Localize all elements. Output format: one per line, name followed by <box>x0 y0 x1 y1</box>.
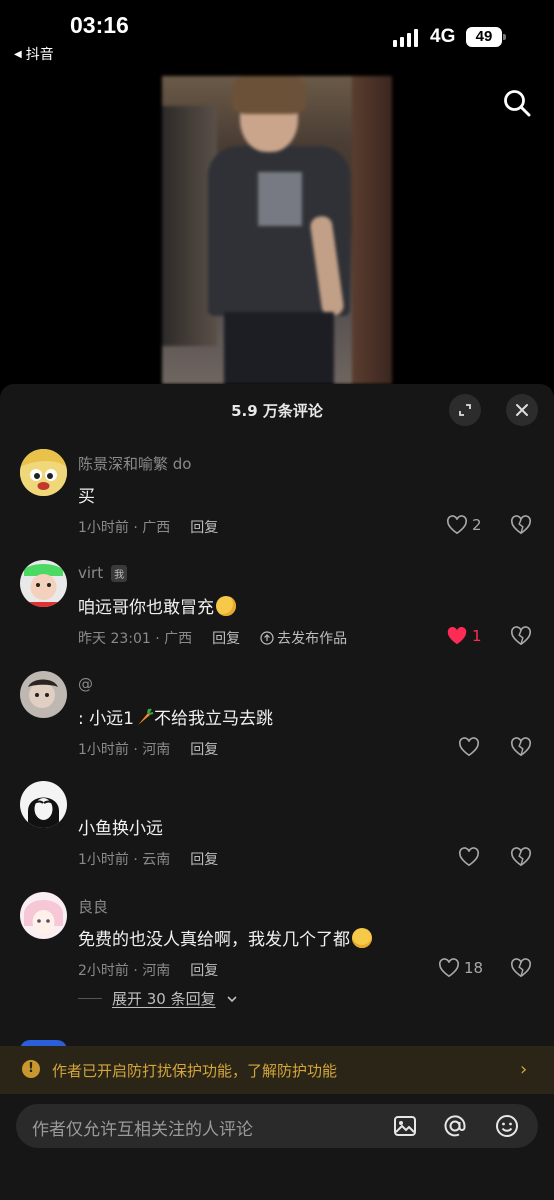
comment-input-area: 作者仅允许互相关注的人评论 <box>0 1094 554 1200</box>
avatar[interactable] <box>20 781 67 828</box>
network-label: 4G <box>430 26 456 47</box>
carrot-emoji-icon <box>134 707 154 727</box>
heart-icon <box>458 847 480 867</box>
protection-banner[interactable]: ! 作者已开启防打扰保护功能，了解防护功能 › <box>0 1046 554 1094</box>
comment-input[interactable]: 作者仅允许互相关注的人评论 <box>16 1104 538 1148</box>
clock: 03:16 <box>70 12 129 38</box>
search-icon[interactable] <box>502 88 532 122</box>
comment-time: 1小时前 · 河南 <box>78 742 171 758</box>
comment-meta: 昨天 23:01 · 广西 回复 去发布作品 <box>78 628 347 648</box>
comment-meta: 2小时前 · 河南 回复 <box>78 960 218 980</box>
comment-time: 昨天 23:01 · 广西 <box>78 631 193 647</box>
broken-heart-icon[interactable] <box>510 737 532 761</box>
comment-text: : 小远1 不给我立马去跳 <box>78 707 273 729</box>
comment-author[interactable]: virt 我 <box>78 564 128 582</box>
avatar[interactable] <box>20 449 67 496</box>
at-icon[interactable] <box>442 1113 468 1143</box>
signal-icon <box>393 29 418 47</box>
emoji-icon[interactable] <box>494 1113 520 1143</box>
back-to-app[interactable]: ◀ 抖音 <box>14 44 54 64</box>
video-thumbnail[interactable] <box>162 76 392 384</box>
self-badge: 我 <box>111 564 128 582</box>
battery-icon: 49 <box>466 27 506 47</box>
expand-replies-label: 展开 30 条回复 <box>112 990 216 1008</box>
broken-heart-icon[interactable] <box>510 626 532 650</box>
like-count: 18 <box>464 959 484 977</box>
broken-heart-icon[interactable] <box>510 958 532 982</box>
broken-heart-icon[interactable] <box>510 847 532 871</box>
heart-icon <box>438 958 460 978</box>
image-icon[interactable] <box>392 1113 418 1143</box>
upload-icon <box>260 631 274 645</box>
like-count: 2 <box>472 516 482 534</box>
comment-author[interactable]: 良良 <box>78 896 108 917</box>
like-count: 1 <box>472 627 482 645</box>
reply-button[interactable]: 回复 <box>190 960 218 980</box>
comment-time: 2小时前 · 河南 <box>78 963 171 979</box>
comment-text: 咱远哥你也敢冒充 <box>78 593 236 618</box>
reply-button[interactable]: 回复 <box>190 849 218 869</box>
heart-icon <box>447 626 467 645</box>
chevron-down-icon <box>227 995 237 1002</box>
like-button[interactable] <box>458 737 480 757</box>
chevron-right-icon: › <box>520 1059 528 1080</box>
expand-replies-button[interactable]: 展开 30 条回复 <box>78 988 238 1009</box>
comment-input-placeholder: 作者仅允许互相关注的人评论 <box>32 1120 253 1140</box>
close-icon[interactable] <box>506 394 538 426</box>
heart-icon <box>458 737 480 757</box>
broken-heart-icon[interactable] <box>510 515 532 539</box>
info-icon: ! <box>22 1060 40 1078</box>
expand-icon[interactable] <box>449 394 481 426</box>
like-button[interactable] <box>458 847 480 867</box>
heart-icon <box>446 515 468 535</box>
comment-text: 免费的也没人真给啊，我发几个了都 <box>78 925 372 950</box>
comment-time: 1小时前 · 广西 <box>78 520 171 536</box>
back-app-label: 抖音 <box>25 47 54 63</box>
avatar[interactable] <box>20 892 67 939</box>
comment-time: 1小时前 · 云南 <box>78 852 171 868</box>
comment-meta: 1小时前 · 云南 回复 <box>78 849 218 869</box>
banner-text: 作者已开启防打扰保护功能，了解防护功能 <box>52 1061 338 1080</box>
comment-meta: 1小时前 · 河南 回复 <box>78 739 218 759</box>
like-button[interactable]: 18 <box>438 958 483 978</box>
comment-author[interactable]: @ <box>78 675 93 693</box>
reply-button[interactable]: 回复 <box>212 628 240 648</box>
reply-button[interactable]: 回复 <box>190 517 218 537</box>
publish-work-button[interactable]: 去发布作品 <box>260 628 347 648</box>
avatar[interactable] <box>20 560 67 607</box>
back-arrow-icon: ◀ <box>14 48 22 60</box>
thinking-emoji-icon <box>216 596 236 616</box>
like-button[interactable]: 2 <box>446 515 482 535</box>
comment-text: 买 <box>78 487 95 507</box>
comment-meta: 1小时前 · 广西 回复 <box>78 517 218 537</box>
avatar[interactable] <box>20 671 67 718</box>
status-bar: 03:16 ◀ 抖音 4G 49 <box>0 0 554 70</box>
reply-button[interactable]: 回复 <box>190 739 218 759</box>
comment-author[interactable]: 陈景深和喻繁 do <box>78 453 191 474</box>
pleading-emoji-icon <box>352 928 372 948</box>
like-button[interactable]: 1 <box>446 626 482 646</box>
comment-text: 小鱼换小远 <box>78 819 163 839</box>
